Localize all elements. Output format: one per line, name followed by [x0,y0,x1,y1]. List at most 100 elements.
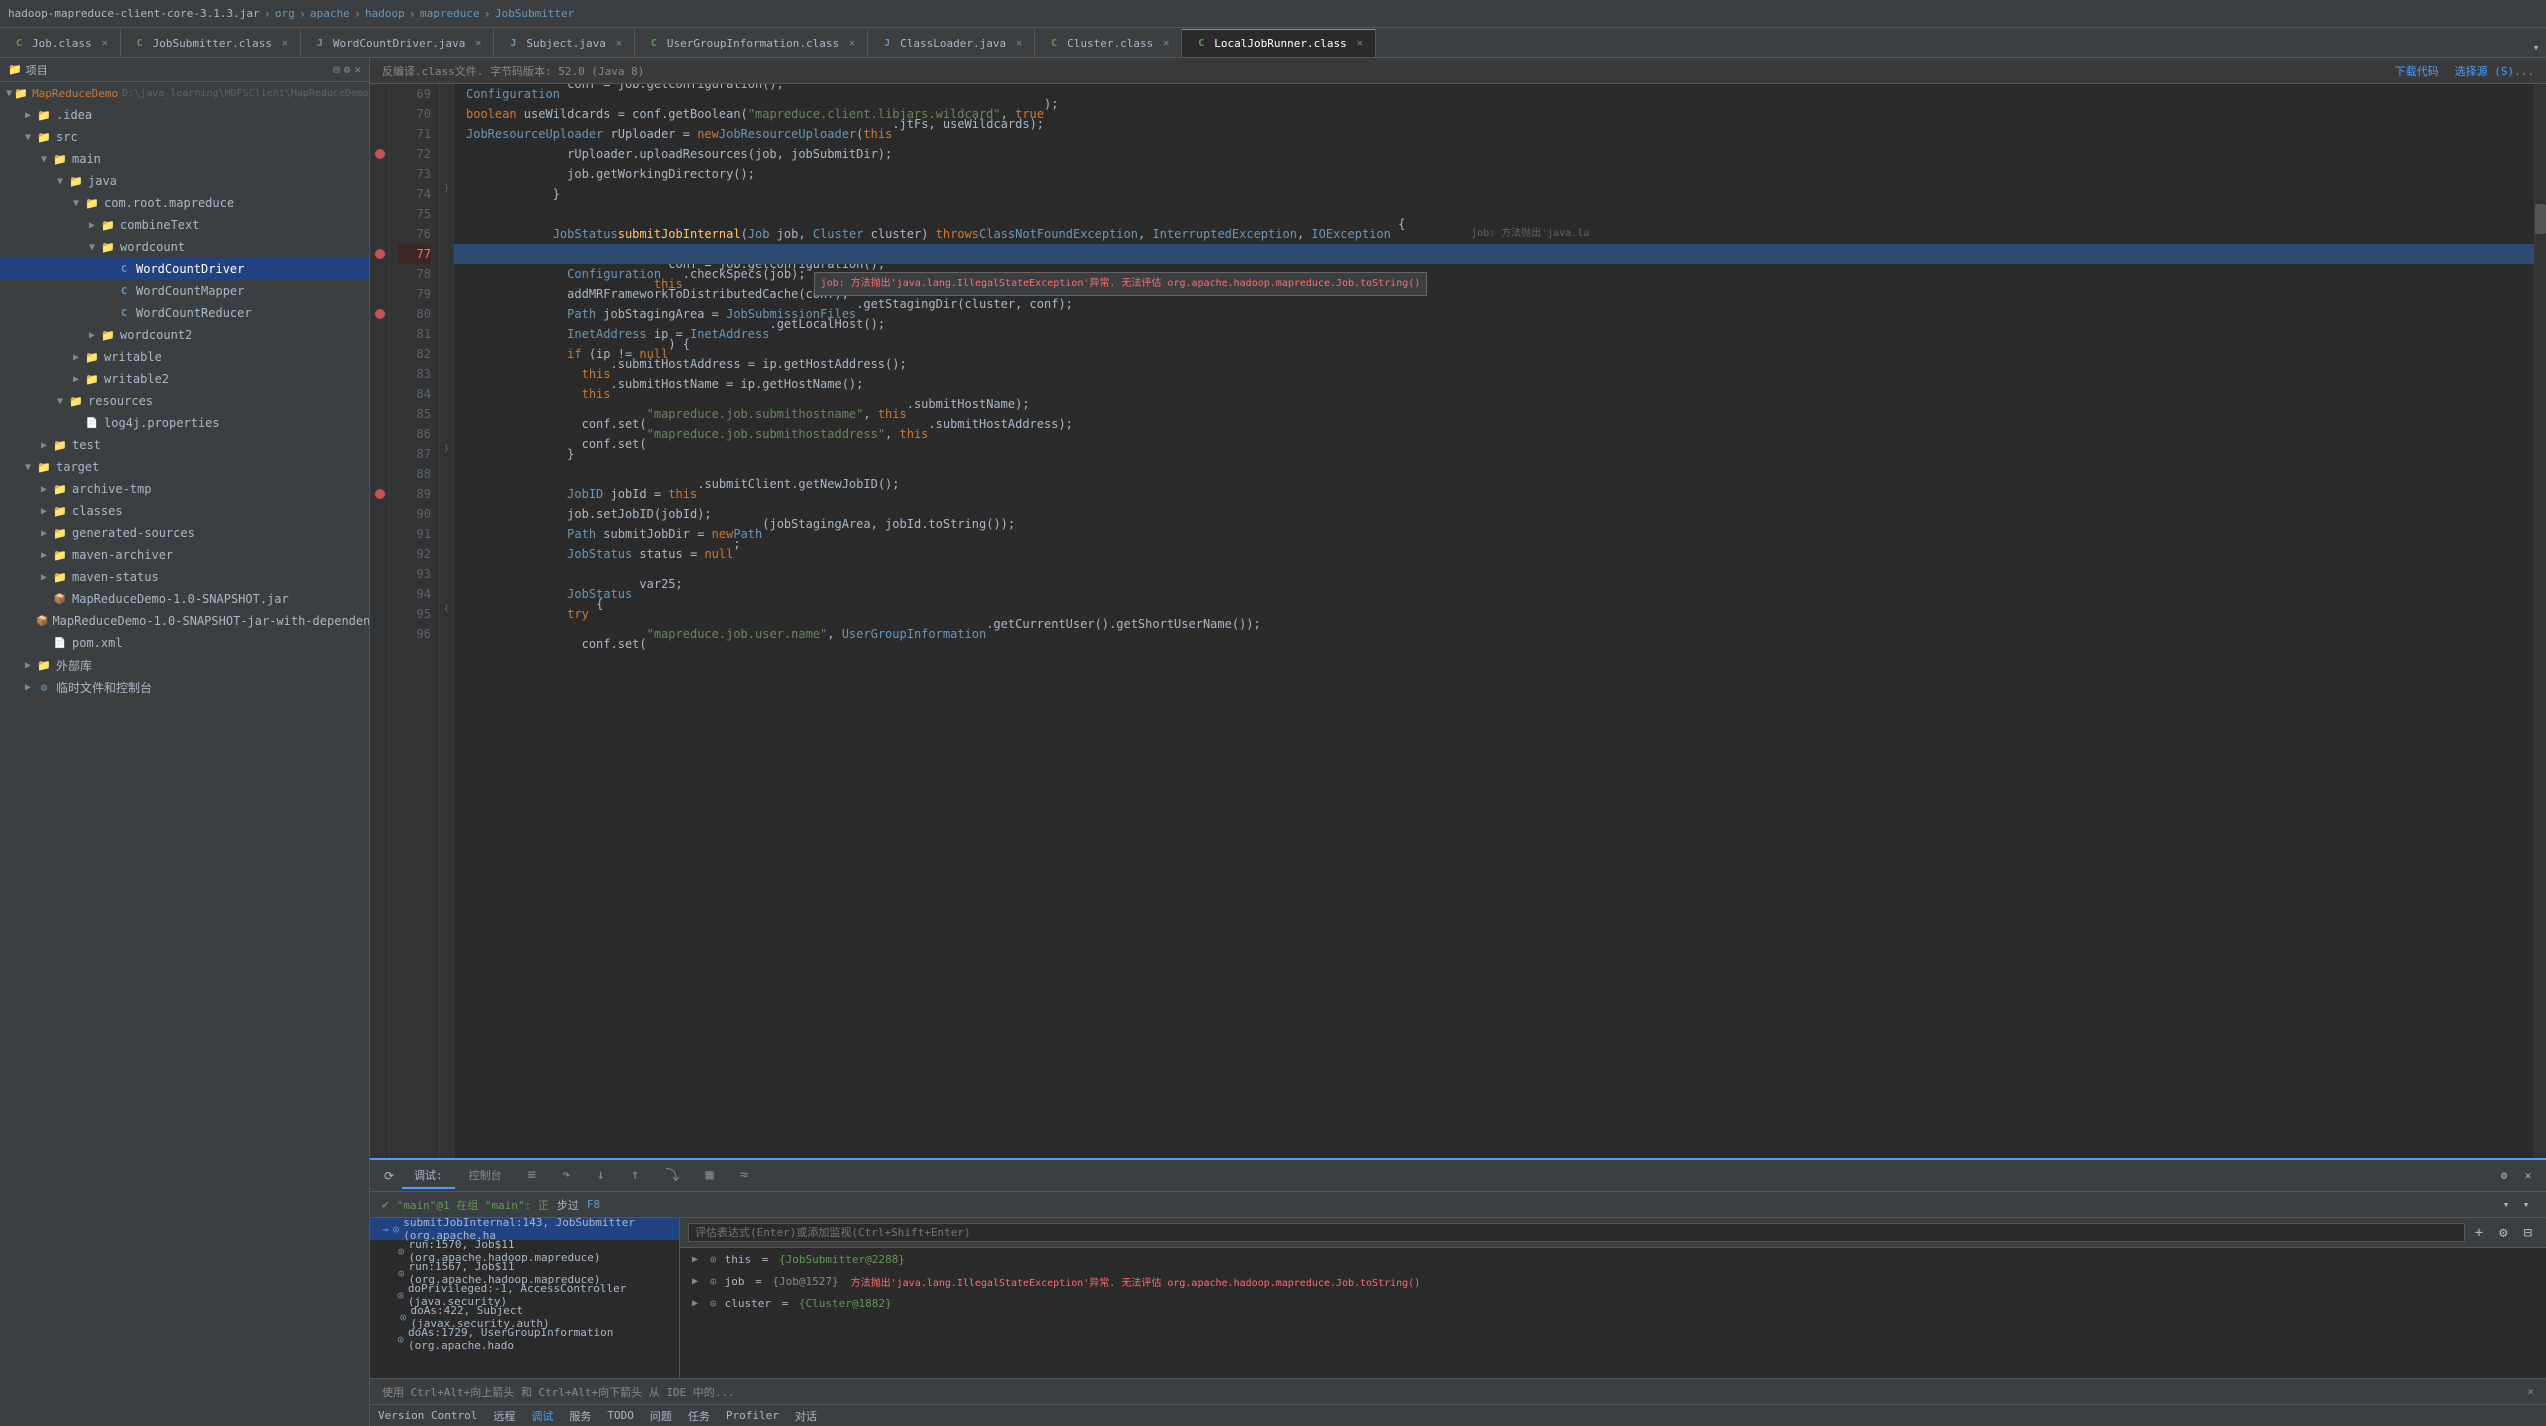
debug-tab-step-out[interactable]: ↑ [619,1163,651,1189]
debug-tab-force-step[interactable]: ⤵ [653,1161,691,1191]
debug-tab-step-over[interactable]: ↷ [550,1163,582,1189]
tab-subject[interactable]: J Subject.java ✕ [494,29,635,57]
status-services[interactable]: 服务 [569,1408,591,1424]
status-version-control[interactable]: Version Control [378,1409,477,1422]
debug-tab-step-into[interactable]: ↓ [585,1163,617,1189]
close-tab-classloader[interactable]: ✕ [1016,38,1022,49]
sidebar-item-java[interactable]: ▼ 📁 java [0,170,369,192]
sidebar-settings-btn[interactable]: ⚙ [344,63,351,76]
debug-tab-layout[interactable]: ≡ [516,1163,548,1189]
marker-89 [370,484,389,504]
tab-wordcountdriver[interactable]: J WordCountDriver.java ✕ [301,29,494,57]
sidebar-item-test[interactable]: ▶ 📁 test [0,434,369,456]
sidebar-item-log4j[interactable]: 📄 log4j.properties [0,412,369,434]
close-tab-usergroupinfo[interactable]: ✕ [849,38,855,49]
status-tasks[interactable]: 任务 [688,1408,710,1424]
download-code-btn[interactable]: 下载代码 [2395,63,2439,79]
tab-localjobrunner[interactable]: C LocalJobRunner.class ✕ [1182,29,1375,57]
var-job[interactable]: ▶ ⊙ job = {Job@1527} 方法抛出'java.lang.Ille… [680,1270,2546,1292]
status-remote[interactable]: 远程 [493,1408,515,1424]
debug-tab-console[interactable]: 控制台 [457,1163,514,1189]
marker-72 [370,144,389,164]
filter-btn[interactable]: ▾ [2498,1197,2514,1213]
frame-item-3[interactable]: ⊙ doPrivileged:-1, AccessController (jav… [370,1284,679,1306]
marker-86 [370,424,389,444]
editor-minimap-scrollbar[interactable] [2534,84,2546,1158]
sidebar-item-generated-sources[interactable]: ▶ 📁 generated-sources [0,522,369,544]
frame-item-4[interactable]: ⊙ doAs:422, Subject (javax.security.auth… [370,1306,679,1328]
sidebar-item-wordcount[interactable]: ▼ 📁 wordcount [0,236,369,258]
close-tab-cluster[interactable]: ✕ [1163,38,1169,49]
sidebar-item-maven-status[interactable]: ▶ 📁 maven-status [0,566,369,588]
tab-cluster[interactable]: C Cluster.class ✕ [1035,29,1182,57]
sidebar-item-external-libs[interactable]: ▶ 📁 外部库 [0,654,369,676]
frame-item-2[interactable]: ⊙ run:1567, Job$11 (org.apache.hadoop.ma… [370,1262,679,1284]
eval-collapse-btn[interactable]: ⊟ [2518,1223,2538,1243]
status-problems[interactable]: 问题 [650,1408,672,1424]
sidebar-item-maven-archiver[interactable]: ▶ 📁 maven-archiver [0,544,369,566]
tab-job-class[interactable]: C Job.class ✕ [0,29,121,57]
close-tab-localjobrunner[interactable]: ✕ [1357,38,1363,49]
frame-item-0[interactable]: → ⊙ submitJobInternal:143, JobSubmitter … [370,1218,679,1240]
debug-restart-btn[interactable]: ⟳ [378,1165,400,1187]
sidebar-collapse-btn[interactable]: ⊟ [333,63,340,76]
evaluate-input[interactable] [688,1223,2465,1242]
status-profiler[interactable]: Profiler [726,1409,779,1422]
sidebar-item-target[interactable]: ▼ 📁 target [0,456,369,478]
debug-close-btn[interactable]: ✕ [2518,1166,2538,1186]
sidebar-item-main[interactable]: ▼ 📁 main [0,148,369,170]
sidebar-item-src[interactable]: ▼ 📁 src [0,126,369,148]
expand-cluster-icon[interactable]: ▶ [692,1298,706,1309]
close-tab-wordcount[interactable]: ✕ [475,38,481,49]
sidebar-item-idea[interactable]: ▶ 📁 .idea [0,104,369,126]
expand-this-icon[interactable]: ▶ [692,1254,706,1265]
sidebar-item-com-root-mapreduce[interactable]: ▼ 📁 com.root.mapreduce [0,192,369,214]
sidebar-item-wordcountreducer[interactable]: C WordCountReducer [0,302,369,324]
tab-jobsubmitter[interactable]: C JobSubmitter.class ✕ [121,29,301,57]
marker-88 [370,464,389,484]
sidebar-item-wordcountmapper[interactable]: C WordCountMapper [0,280,369,302]
sidebar: 📁 项目 ⊟ ⚙ ✕ ▼ 📁 MapReduceDemo D:\java_lea… [0,58,370,1426]
status-dialog[interactable]: 对话 [795,1408,817,1424]
var-this[interactable]: ▶ ⊙ this = {JobSubmitter@2288} [680,1248,2546,1270]
close-tab-subject[interactable]: ✕ [616,38,622,49]
tab-overflow-button[interactable]: ▾ [2526,37,2546,57]
sidebar-item-resources[interactable]: ▼ 📁 resources [0,390,369,412]
select-source-btn[interactable]: 选择源 (S)... [2455,63,2534,79]
status-bar: Version Control 远程 调试 服务 TODO 问题 任务 Prof… [370,1404,2546,1426]
sidebar-item-writable2[interactable]: ▶ 📁 writable2 [0,368,369,390]
code-content[interactable]: Configuration conf = job.getConfiguratio… [454,84,2534,1158]
var-cluster[interactable]: ▶ ⊙ cluster = {Cluster@1882} [680,1292,2546,1314]
sidebar-item-classes[interactable]: ▶ 📁 classes [0,500,369,522]
sidebar-item-writable[interactable]: ▶ 📁 writable [0,346,369,368]
status-debug[interactable]: 调试 [531,1408,553,1424]
marker-95 [370,604,389,624]
sidebar-item-temp[interactable]: ▶ ⚙ 临时文件和控制台 [0,676,369,698]
filter-down-btn[interactable]: ▾ [2518,1197,2534,1213]
tab-classloader[interactable]: J ClassLoader.java ✕ [868,29,1035,57]
debug-tab-settings[interactable]: ≈ [728,1163,760,1189]
frame-item-1[interactable]: ⊙ run:1570, Job$11 (org.apache.hadoop.ma… [370,1240,679,1262]
code-line-86: conf.set("mapreduce.job.submithostaddres… [454,424,2534,444]
sidebar-item-combinetext[interactable]: ▶ 📁 combineText [0,214,369,236]
sidebar-item-jar2[interactable]: 📦 MapReduceDemo-1.0-SNAPSHOT-jar-with-de… [0,610,369,632]
status-todo[interactable]: TODO [607,1409,634,1422]
sidebar-item-archivetmp[interactable]: ▶ 📁 archive-tmp [0,478,369,500]
hint-close-btn[interactable]: ✕ [2527,1385,2534,1398]
frame-item-5[interactable]: ⊙ doAs:1729, UserGroupInformation (org.a… [370,1328,679,1350]
expand-job-icon[interactable]: ▶ [692,1276,706,1287]
sidebar-item-wordcount2[interactable]: ▶ 📁 wordcount2 [0,324,369,346]
tab-usergroupinfo[interactable]: C UserGroupInformation.class ✕ [635,29,868,57]
debug-tab-debugger[interactable]: 调试: [402,1163,455,1189]
add-watch-btn[interactable]: + [2469,1223,2489,1243]
debug-tab-frames[interactable]: ▦ [693,1163,725,1189]
debug-settings-btn[interactable]: ⚙ [2494,1166,2514,1186]
sidebar-item-mapreducedemo[interactable]: ▼ 📁 MapReduceDemo D:\java_learning\HDFSC… [0,82,369,104]
sidebar-item-pom[interactable]: 📄 pom.xml [0,632,369,654]
sidebar-close-btn[interactable]: ✕ [354,63,361,76]
sidebar-item-wordcountdriver[interactable]: C WordCountDriver [0,258,369,280]
sidebar-item-jar1[interactable]: 📦 MapReduceDemo-1.0-SNAPSHOT.jar [0,588,369,610]
close-tab-job[interactable]: ✕ [102,38,108,49]
eval-settings-btn[interactable]: ⚙ [2493,1223,2513,1243]
close-tab-jobsubmitter[interactable]: ✕ [282,38,288,49]
